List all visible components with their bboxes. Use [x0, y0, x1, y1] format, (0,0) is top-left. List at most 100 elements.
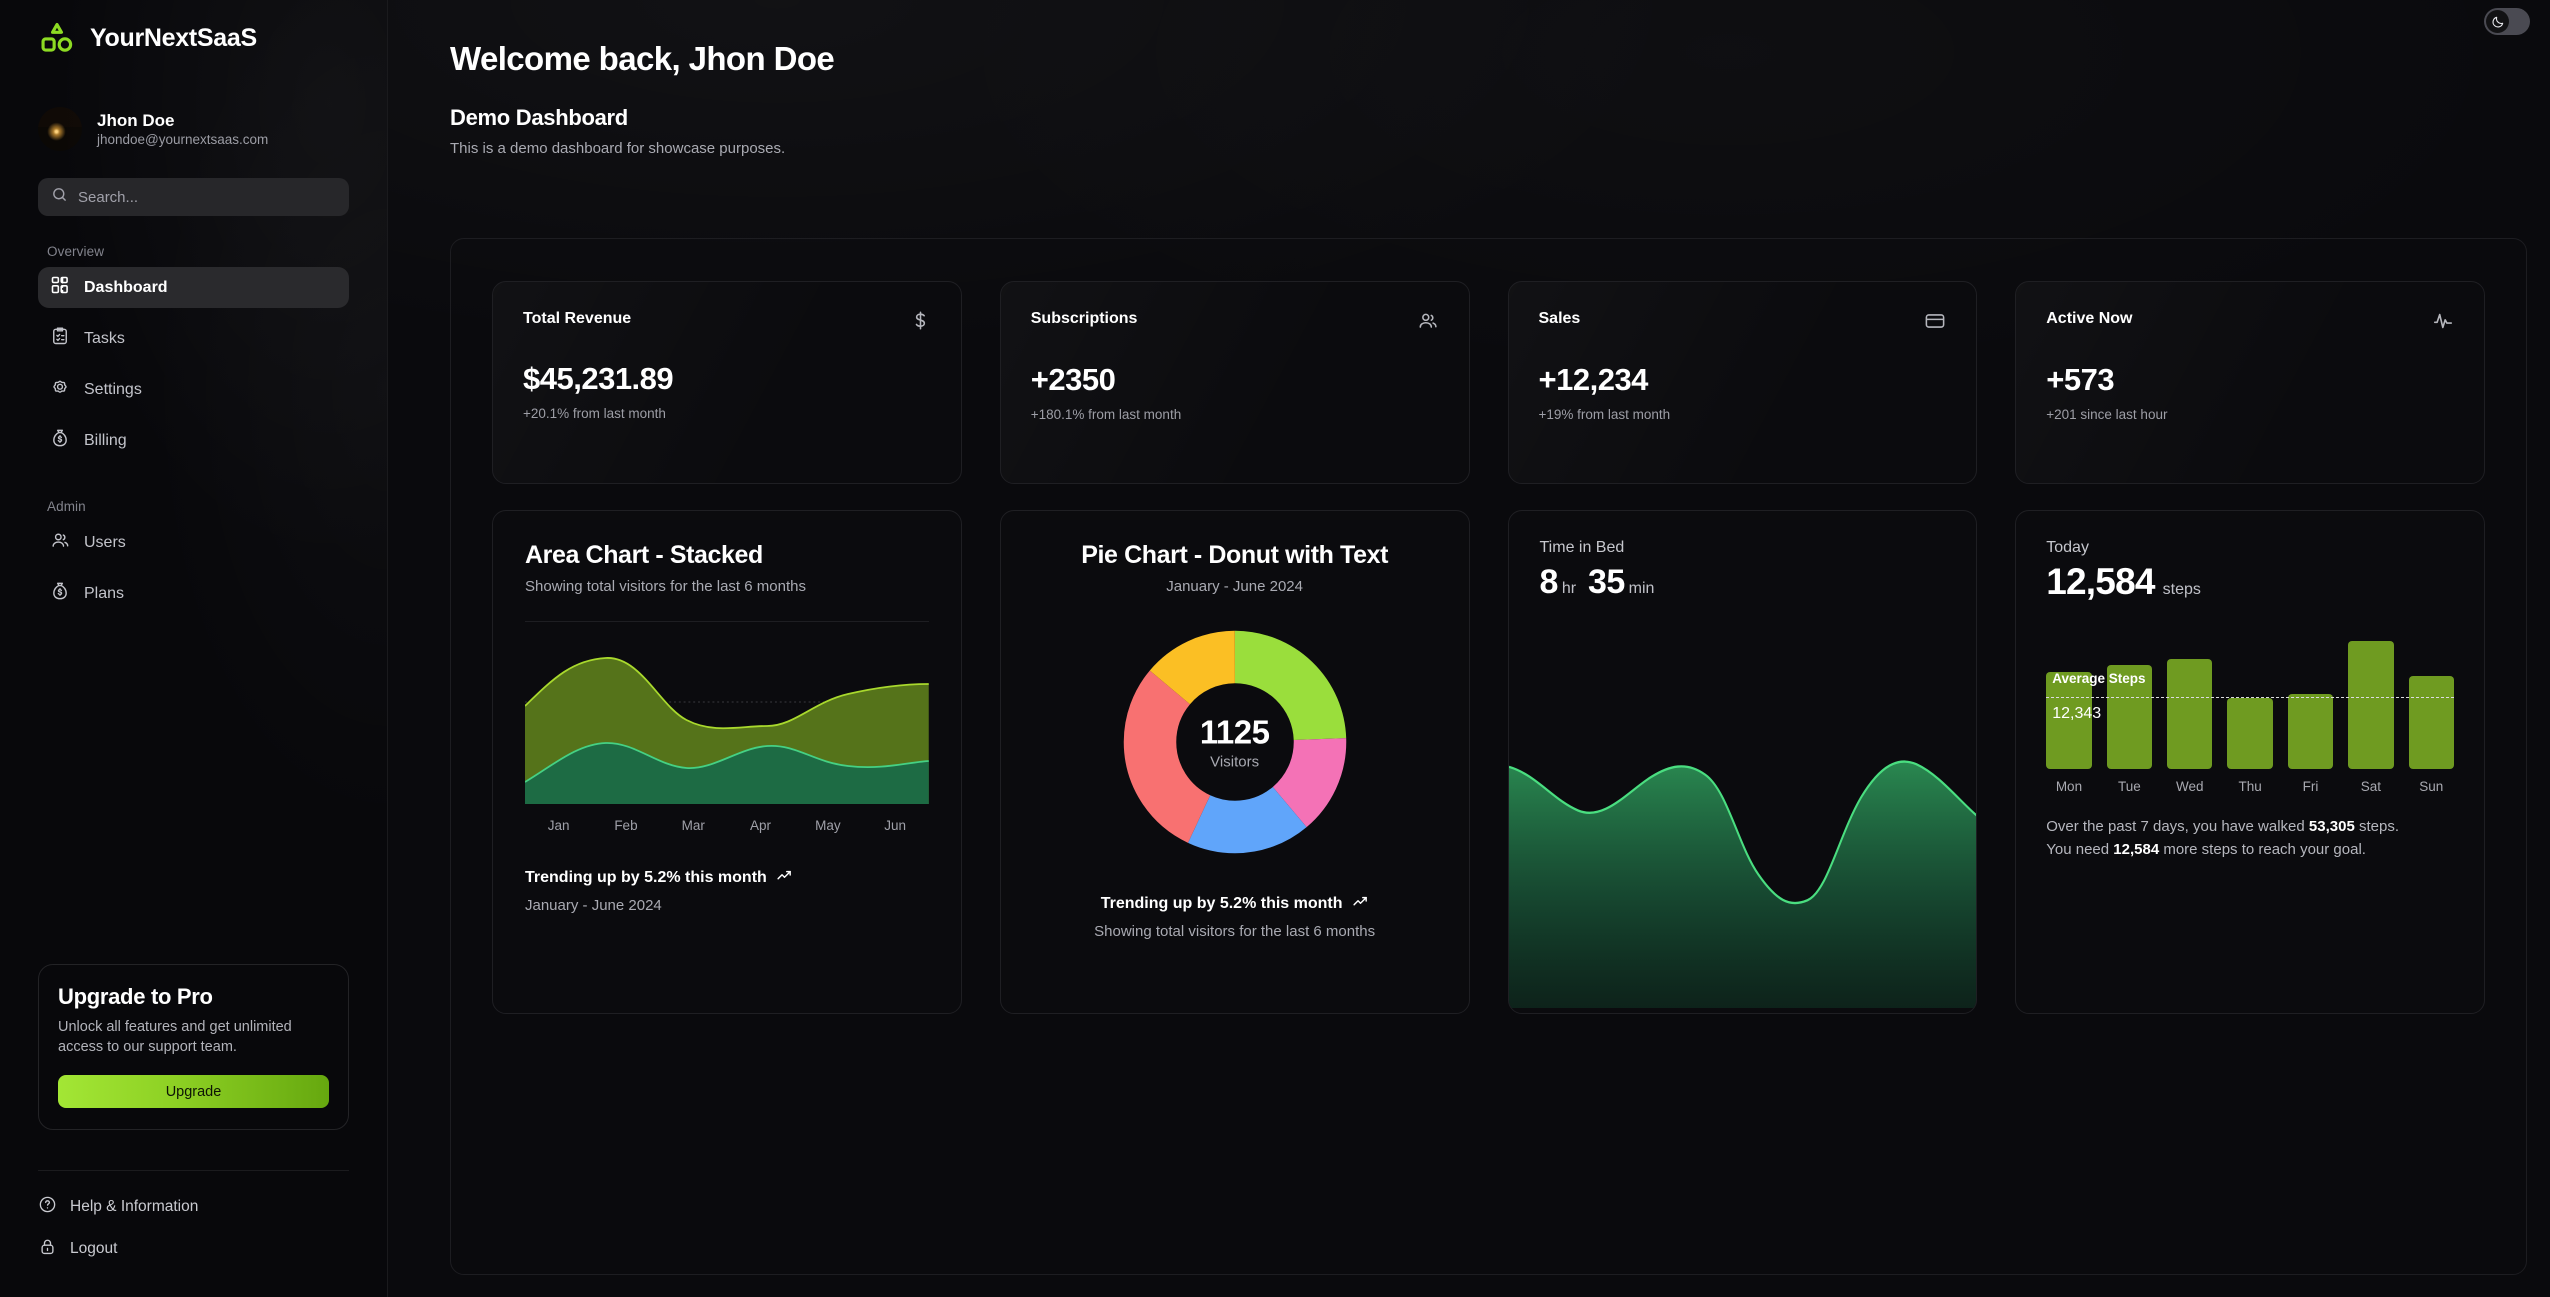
- stat-delta: +20.1% from last month: [523, 406, 666, 421]
- sidebar-item-billing[interactable]: Billing: [38, 420, 349, 461]
- stat-card-total-revenue[interactable]: Total Revenue $45,231.89 +20.1% from las…: [492, 281, 962, 484]
- donut-center-caption: Visitors: [1210, 753, 1260, 771]
- stat-value: +12,234: [1538, 362, 1649, 397]
- time-in-bed-plot: [1508, 713, 1977, 1013]
- main-content: Welcome back, Jhon Doe Demo Dashboard Th…: [388, 0, 2550, 1297]
- pie-chart-subtitle: January - June 2024: [1166, 578, 1303, 595]
- stat-value: +573: [2046, 362, 2115, 397]
- help-and-information-link[interactable]: Help & Information: [38, 1191, 349, 1223]
- steps-footer-post: steps.: [2354, 818, 2399, 835]
- stat-delta: +201 since last hour: [2046, 407, 2168, 422]
- profile[interactable]: Jhon Doe jhondoe@yournextsaas.com: [38, 107, 349, 151]
- stat-delta: +19% from last month: [1538, 407, 1671, 422]
- trending-up-icon: [1352, 893, 1369, 915]
- promo-title: Upgrade to Pro: [58, 983, 213, 1009]
- axis-tick: May: [815, 818, 841, 833]
- bar-column: [2167, 629, 2213, 769]
- stat-card-subscriptions[interactable]: Subscriptions +2350 +180.1% from last mo…: [999, 281, 1470, 484]
- stat-value: +2350: [1030, 362, 1116, 397]
- steps-bar-chart: Average Steps 12,343: [2046, 629, 2454, 769]
- axis-tick: Sat: [2360, 779, 2382, 794]
- welcome-title: Welcome back, Jhon Doe: [450, 40, 835, 77]
- upgrade-button[interactable]: Upgrade: [58, 1075, 329, 1108]
- search-box[interactable]: [38, 178, 349, 216]
- bar-column: [2106, 629, 2153, 769]
- trending-up-icon: [776, 867, 793, 889]
- brand-name: YourNextSaaS: [90, 23, 257, 52]
- money-bag-icon: [50, 428, 70, 453]
- axis-tick: Mar: [681, 818, 705, 833]
- axis-tick: Jun: [884, 818, 907, 833]
- donut-center-value: 1125: [1199, 713, 1270, 751]
- bar-column: [2408, 629, 2454, 769]
- sidebar-item-label: Billing: [84, 431, 127, 449]
- axis-tick: Sun: [2419, 779, 2444, 794]
- area-chart-card[interactable]: Area Chart - Stacked Showing total visit…: [492, 510, 962, 1014]
- sidebar-item-label: Plans: [84, 584, 125, 602]
- time-in-bed-card[interactable]: Time in Bed 8 hr 35 min: [1507, 510, 1978, 1014]
- avatar: [38, 107, 82, 151]
- sidebar-item-dashboard[interactable]: Dashboard: [38, 267, 349, 308]
- sidebar-item-plans[interactable]: Plans: [38, 573, 349, 614]
- steps-footer-line-2: You need 12,584 more steps to reach your…: [2046, 839, 2454, 862]
- pie-chart-footer-main: Trending up by 5.2% this month: [1033, 893, 1437, 915]
- area-chart-footer-main: Trending up by 5.2% this month: [525, 867, 929, 889]
- sidebar: YourNextSaaS Jhon Doe jhondoe@yournextsa…: [0, 0, 388, 1297]
- pie-chart-card[interactable]: Pie Chart - Donut with Text January - Ju…: [999, 510, 1470, 1014]
- dollar-icon: [910, 310, 931, 336]
- stat-label: Sales: [1538, 310, 1581, 327]
- steps-goal-pre: You need: [2046, 840, 2114, 858]
- grid-icon: [50, 275, 70, 300]
- page-title: Demo Dashboard: [450, 105, 628, 130]
- steps-value-row: 12,584 steps: [2046, 561, 2454, 603]
- bar-sat: [2348, 641, 2394, 769]
- profile-email: jhondoe@yournextsaas.com: [97, 131, 269, 147]
- sidebar-item-users[interactable]: Users: [38, 522, 349, 563]
- logout-link[interactable]: Logout: [38, 1233, 349, 1265]
- page-header: Welcome back, Jhon Doe Demo Dashboard Th…: [388, 0, 2550, 157]
- chart-card-row: Area Chart - Stacked Showing total visit…: [451, 484, 2526, 1014]
- stat-delta: +180.1% from last month: [1030, 407, 1182, 422]
- steps-footer: Over the past 7 days, you have walked 53…: [2046, 816, 2454, 861]
- stat-card-active-now[interactable]: Active Now +573 +201 since last hour: [2015, 281, 2485, 484]
- area-chart-footer-sub: January - June 2024: [525, 897, 662, 914]
- axis-tick: Mon: [2055, 779, 2083, 794]
- sidebar-item-tasks[interactable]: Tasks: [38, 318, 349, 359]
- theme-toggle[interactable]: [2484, 8, 2530, 35]
- foot-item-label: Logout: [70, 1240, 118, 1257]
- lock-icon: [38, 1237, 57, 1261]
- axis-tick: Tue: [2117, 779, 2141, 794]
- sidebar-footer: Help & Information Logout: [38, 1170, 349, 1275]
- stat-value: $45,231.89: [523, 361, 674, 396]
- donut-chart-plot: 1125 Visitors: [1033, 617, 1437, 867]
- area-chart-x-axis: Jan Feb Mar Apr May Jun: [525, 818, 929, 833]
- stat-card-sales[interactable]: Sales +12,234 +19% from last month: [1507, 281, 1978, 484]
- steps-label: Today: [2046, 539, 2089, 556]
- question-circle-icon: [38, 1195, 57, 1219]
- gear-icon: [50, 377, 70, 402]
- sidebar-item-label: Dashboard: [84, 278, 168, 296]
- sidebar-item-label: Users: [84, 533, 126, 551]
- steps-footer-line-1: Over the past 7 days, you have walked 53…: [2046, 816, 2454, 839]
- time-in-bed-hours: 8: [1539, 563, 1559, 601]
- sidebar-item-label: Settings: [84, 380, 142, 398]
- time-in-bed-hours-unit: hr: [1561, 580, 1577, 597]
- area-chart-subtitle: Showing total visitors for the last 6 mo…: [525, 578, 806, 595]
- steps-footer-pre: Over the past 7 days, you have walked: [2046, 818, 2309, 835]
- credit-card-icon: [1924, 310, 1946, 337]
- users-icon: [50, 530, 70, 555]
- search-input[interactable]: [78, 188, 336, 206]
- time-in-bed-value: 8 hr 35 min: [1540, 563, 1946, 602]
- axis-tick: Thu: [2238, 779, 2262, 794]
- steps-goal-post: more steps to reach your goal.: [2159, 840, 2366, 858]
- bar-fri: [2287, 694, 2334, 769]
- steps-x-axis: Mon Tue Wed Thu Fri Sat Sun: [2046, 779, 2454, 794]
- brand[interactable]: YourNextSaaS: [38, 19, 349, 57]
- sidebar-item-settings[interactable]: Settings: [38, 369, 349, 410]
- today-steps-card[interactable]: Today 12,584 steps Average Steps 12,343 …: [2015, 510, 2485, 1014]
- clipboard-icon: [50, 326, 70, 351]
- footer-text: Trending up by 5.2% this month: [1100, 895, 1343, 912]
- footer-text: Trending up by 5.2% this month: [525, 869, 767, 886]
- nav-group-label-admin: Admin: [47, 499, 86, 514]
- time-in-bed-label: Time in Bed: [1539, 539, 1625, 556]
